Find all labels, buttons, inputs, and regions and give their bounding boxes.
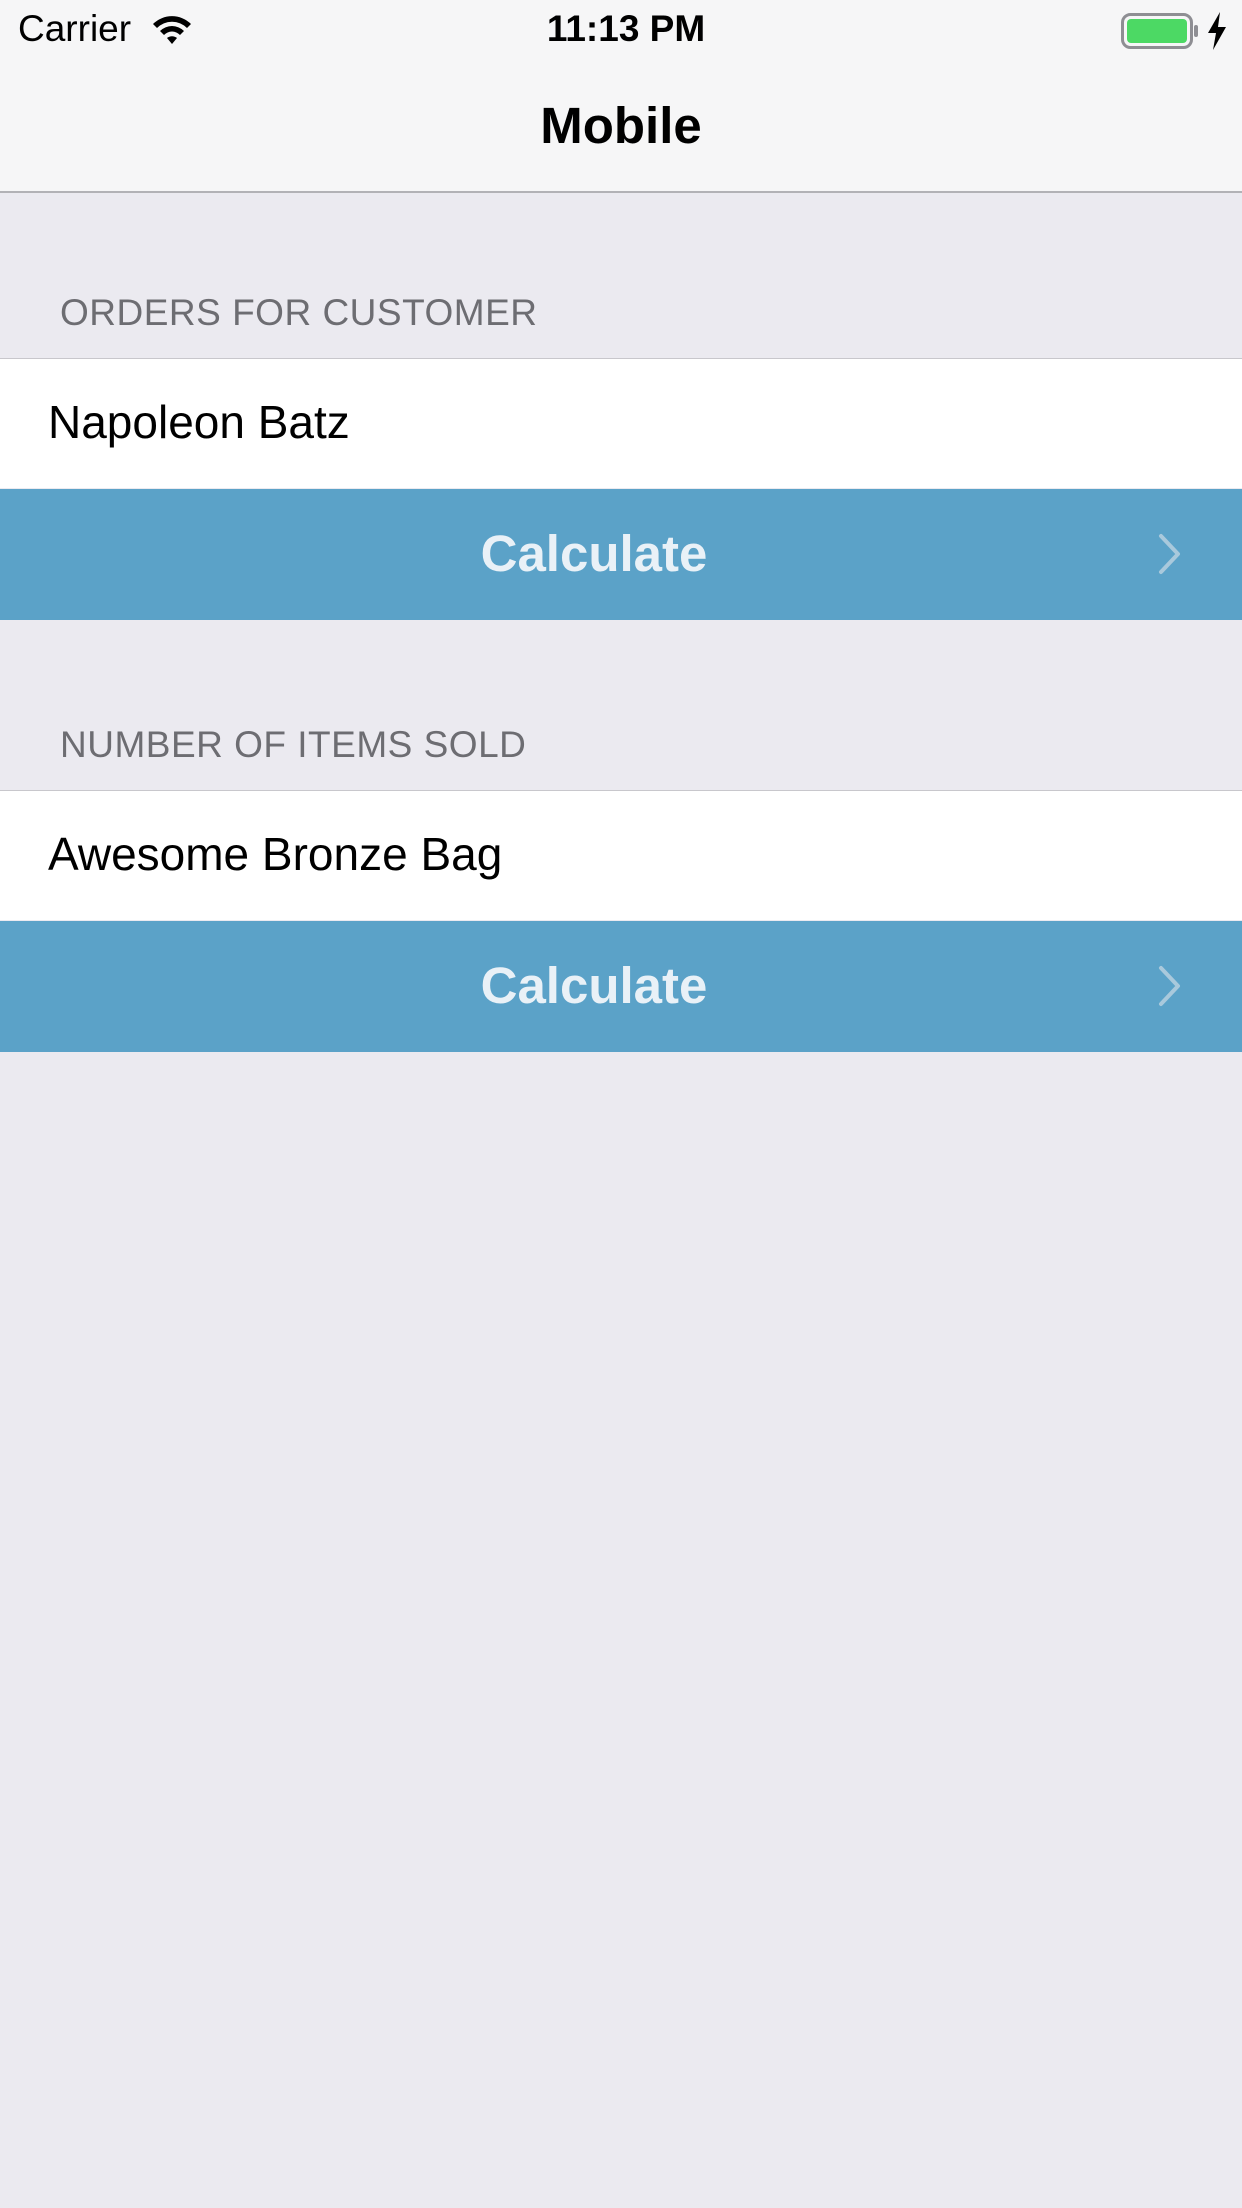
section-header-number-of-items-sold: NUMBER OF ITEMS SOLD	[60, 724, 527, 765]
customer-name-value: Napoleon Batz	[48, 396, 350, 448]
section-header-orders-for-customer: ORDERS FOR CUSTOMER	[60, 292, 538, 333]
status-bar: Carrier 11:13 PM	[0, 0, 1242, 60]
page-title: Mobile	[540, 97, 702, 154]
charging-bolt-icon	[1208, 12, 1226, 50]
calculate-items-sold-button[interactable]: Calculate	[0, 921, 1242, 1052]
calculate-orders-label: Calculate	[480, 525, 708, 582]
product-name-value: Awesome Bronze Bag	[48, 828, 503, 880]
status-time: 11:13 PM	[546, 8, 706, 49]
chevron-right-icon	[1159, 534, 1180, 574]
chevron-right-icon	[1159, 966, 1180, 1006]
navigation-bar: Mobile	[0, 60, 1242, 193]
product-name-field[interactable]: Awesome Bronze Bag	[0, 790, 1242, 920]
calculate-orders-button[interactable]: Calculate	[0, 489, 1242, 620]
battery-full-icon	[1121, 13, 1198, 49]
calculate-items-sold-label: Calculate	[480, 957, 708, 1014]
customer-name-field[interactable]: Napoleon Batz	[0, 358, 1242, 488]
